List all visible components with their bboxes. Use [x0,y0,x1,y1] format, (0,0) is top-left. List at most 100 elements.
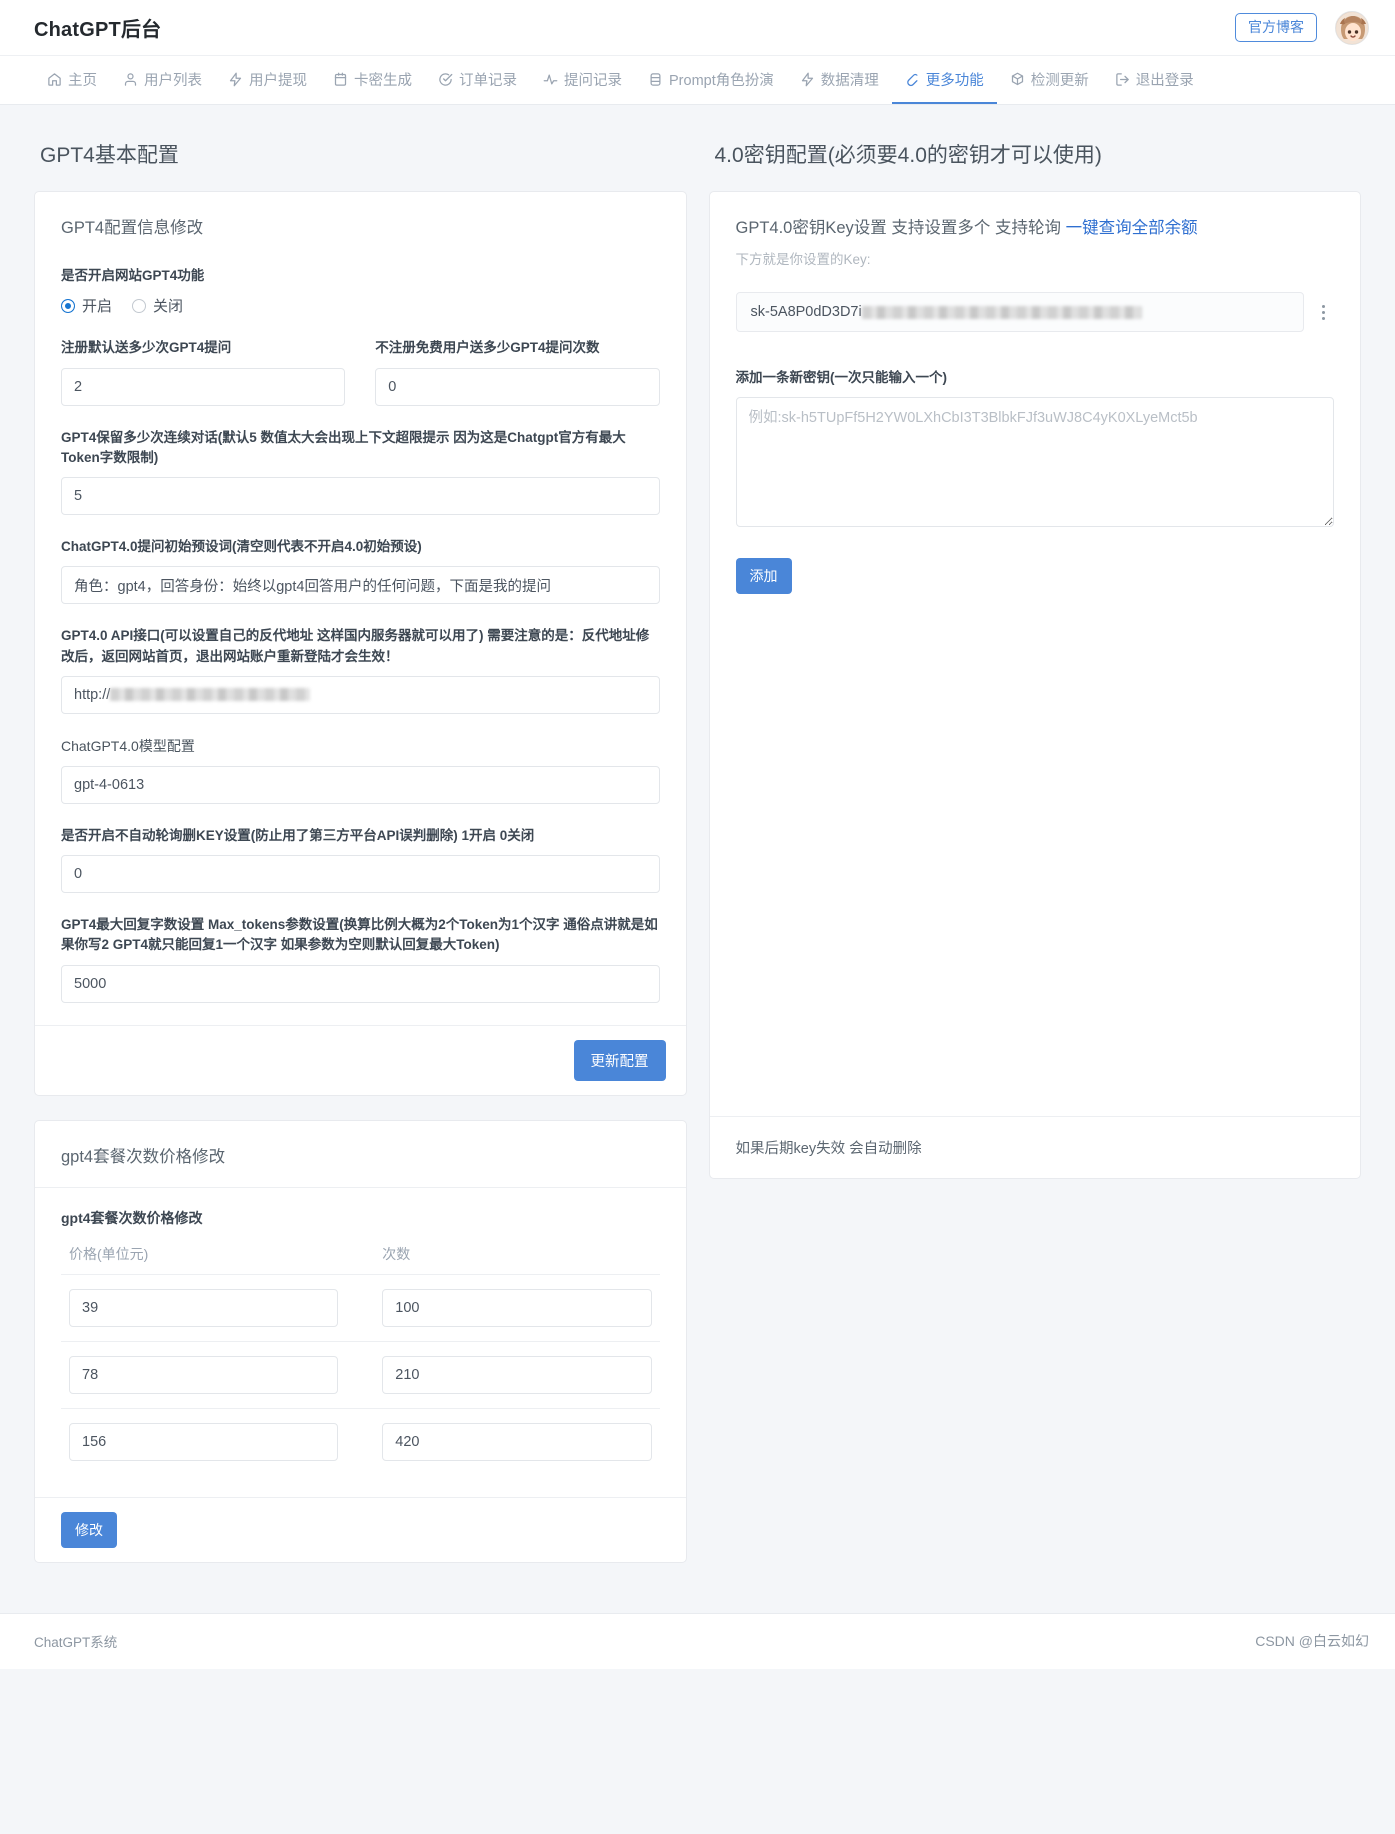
price-input[interactable] [69,1355,339,1394]
existing-key-text: sk-5A8P0dD3D7i [750,304,862,320]
logout-icon [1115,72,1130,87]
context-count-label: GPT4保留多少次连续对话(默认5 数值太大会出现上下文超限提示 因为这是Cha… [61,429,626,465]
max-tokens-input[interactable] [61,964,660,1003]
enable-gpt4-field: 是否开启网站GPT4功能 开启 关闭 [61,266,660,316]
key-card-subtitle: 下方就是你设置的Key: [735,252,871,267]
nav-item-user-list[interactable]: 用户列表 [110,56,215,104]
update-config-button[interactable]: 更新配置 [573,1039,666,1081]
right-column: 4.0密钥配置(必须要4.0的密钥才可以使用) GPT4.0密钥Key设置 支持… [708,111,1361,1203]
nav-item-orders[interactable]: 订单记录 [425,56,530,104]
nav-item-logout[interactable]: 退出登录 [1102,56,1207,104]
key-row-spacer [736,332,1335,368]
official-blog-button[interactable]: 官方博客 [1235,12,1317,43]
no-autopoll-input[interactable] [61,855,660,893]
gift-counts-row: 注册默认送多少次GPT4提问 不注册免费用户送多少GPT4提问次数 [61,338,660,427]
count-input[interactable] [382,1355,652,1394]
api-endpoint-label: GPT4.0 API接口(可以设置自己的反代地址 这样国内服务器就可以用了) 需… [61,628,650,664]
package-card-body: gpt4套餐次数价格修改 价格(单位元) 次数 [35,1186,686,1497]
preset-prompt-input[interactable] [61,566,660,605]
radio-label-on: 开启 [82,298,113,316]
package-price-card: gpt4套餐次数价格修改 gpt4套餐次数价格修改 价格(单位元) 次数 39 … [34,1119,687,1563]
table-row [61,1275,660,1342]
count-input[interactable] [382,1288,652,1327]
price-cell [61,1288,346,1327]
max-tokens-field: GPT4最大回复字数设置 Max_tokens参数设置(换算比例大概为2个Tok… [61,915,660,1003]
free-gift-field: 不注册免费用户送多少GPT4提问次数 [375,338,660,427]
package-card-title: gpt4套餐次数价格修改 [61,1147,226,1166]
count-input[interactable] [382,1422,652,1461]
nav-label: 用户提现 [249,72,307,89]
nav-label: 提问记录 [564,72,622,89]
modify-package-button[interactable]: 修改 [61,1511,117,1548]
check-circle-icon [438,72,453,87]
main-navigation[interactable]: 主页 用户列表 用户提现 卡密生成 订单记录 提问记录 Prompt角色扮演 数… [0,56,1395,105]
register-gift-field: 注册默认送多少次GPT4提问 [61,338,346,406]
key-card-bottom-spacer [736,594,1335,1094]
activity-icon [543,72,558,87]
column-header-count: 次数 [382,1245,411,1262]
home-icon [47,72,62,87]
package-icon [1010,72,1025,87]
radio-option-on[interactable]: 开启 [61,295,112,316]
user-avatar[interactable] [1335,10,1369,45]
bolt-icon [228,72,243,87]
key-card-note: 如果后期key失效 会自动删除 [709,1116,1360,1178]
api-endpoint-input[interactable]: http:// [61,675,660,714]
nav-item-home[interactable]: 主页 [34,56,110,104]
page-footer: ChatGPT系统 CSDN @白云如幻 [0,1612,1395,1669]
max-tokens-label: GPT4最大回复字数设置 Max_tokens参数设置(换算比例大概为2个Tok… [61,917,658,953]
left-section-title: GPT4基本配置 [40,144,179,167]
existing-key-value[interactable]: sk-5A8P0dD3D7i [735,292,1304,332]
nav-item-questions[interactable]: 提问记录 [530,56,635,104]
no-autopoll-label: 是否开启不自动轮询删KEY设置(防止用了第三方平台API误判删除) 1开启 0关… [61,827,535,843]
query-all-balance-link[interactable]: 一键查询全部余额 [1066,219,1198,237]
nav-label: 数据清理 [820,72,879,89]
radio-label-off: 关闭 [153,298,184,316]
page-content: GPT4基本配置 GPT4配置信息修改 是否开启网站GPT4功能 开启 关闭 注… [0,105,1395,1587]
nav-label: 卡密生成 [354,72,412,89]
preset-prompt-field: ChatGPT4.0提问初始预设词(清空则代表不开启4.0初始预设) [61,537,660,605]
user-icon [123,72,138,87]
add-key-textarea[interactable] [735,397,1334,528]
database-icon [648,72,663,87]
price-cell [61,1355,346,1394]
nav-item-more-features[interactable]: 更多功能 [891,56,997,104]
no-autopoll-field: 是否开启不自动轮询删KEY设置(防止用了第三方平台API误判删除) 1开启 0关… [61,826,660,893]
nav-item-card-gen[interactable]: 卡密生成 [320,56,425,104]
key-card-title-text: GPT4.0密钥Key设置 支持设置多个 支持轮询 [735,219,1061,237]
price-input[interactable] [69,1288,339,1327]
existing-key-row: sk-5A8P0dD3D7i [735,292,1335,332]
count-cell [374,1422,659,1461]
pen-icon [905,72,920,87]
add-key-button[interactable]: 添加 [735,558,792,595]
nav-label: 用户列表 [144,72,202,89]
free-gift-label: 不注册免费用户送多少GPT4提问次数 [375,340,600,356]
nav-label: Prompt角色扮演 [669,72,774,89]
nav-item-withdraw[interactable]: 用户提现 [215,56,320,104]
radio-dot-off[interactable] [132,298,147,313]
price-cell [61,1422,346,1461]
nav-item-prompt-roleplay[interactable]: Prompt角色扮演 [635,56,787,104]
api-endpoint-masked [110,688,311,702]
model-input[interactable] [61,765,660,804]
nav-label: 更多功能 [925,72,984,89]
nav-label: 主页 [68,72,97,89]
radio-dot-on[interactable] [61,298,75,313]
register-gift-input[interactable] [61,367,346,406]
key-options-menu-icon[interactable] [1312,304,1334,320]
context-count-input[interactable] [61,477,660,515]
gpt4-config-card: GPT4配置信息修改 是否开启网站GPT4功能 开启 关闭 注册默认送多少次GP… [34,191,687,1096]
context-count-field: GPT4保留多少次连续对话(默认5 数值太大会出现上下文超限提示 因为这是Cha… [61,428,660,515]
gpt4-config-form: 是否开启网站GPT4功能 开启 关闭 注册默认送多少次GPT4提问 2 不注册免… [35,242,686,1025]
existing-key-masked [861,305,1142,319]
api-endpoint-field: GPT4.0 API接口(可以设置自己的反代地址 这样国内服务器就可以用了) 需… [61,626,660,714]
nav-item-data-clean[interactable]: 数据清理 [787,56,892,104]
columns-wrapper: GPT4基本配置 GPT4配置信息修改 是否开启网站GPT4功能 开启 关闭 注… [34,105,1361,1587]
nav-item-check-update[interactable]: 检测更新 [997,56,1102,104]
nav-label: 检测更新 [1030,72,1089,89]
free-gift-input[interactable] [375,367,660,406]
radio-option-off[interactable]: 关闭 [132,295,183,316]
enable-gpt4-radio-group[interactable]: 开启 关闭 [61,295,660,316]
bolt-icon [800,72,815,87]
price-input[interactable] [69,1422,339,1461]
